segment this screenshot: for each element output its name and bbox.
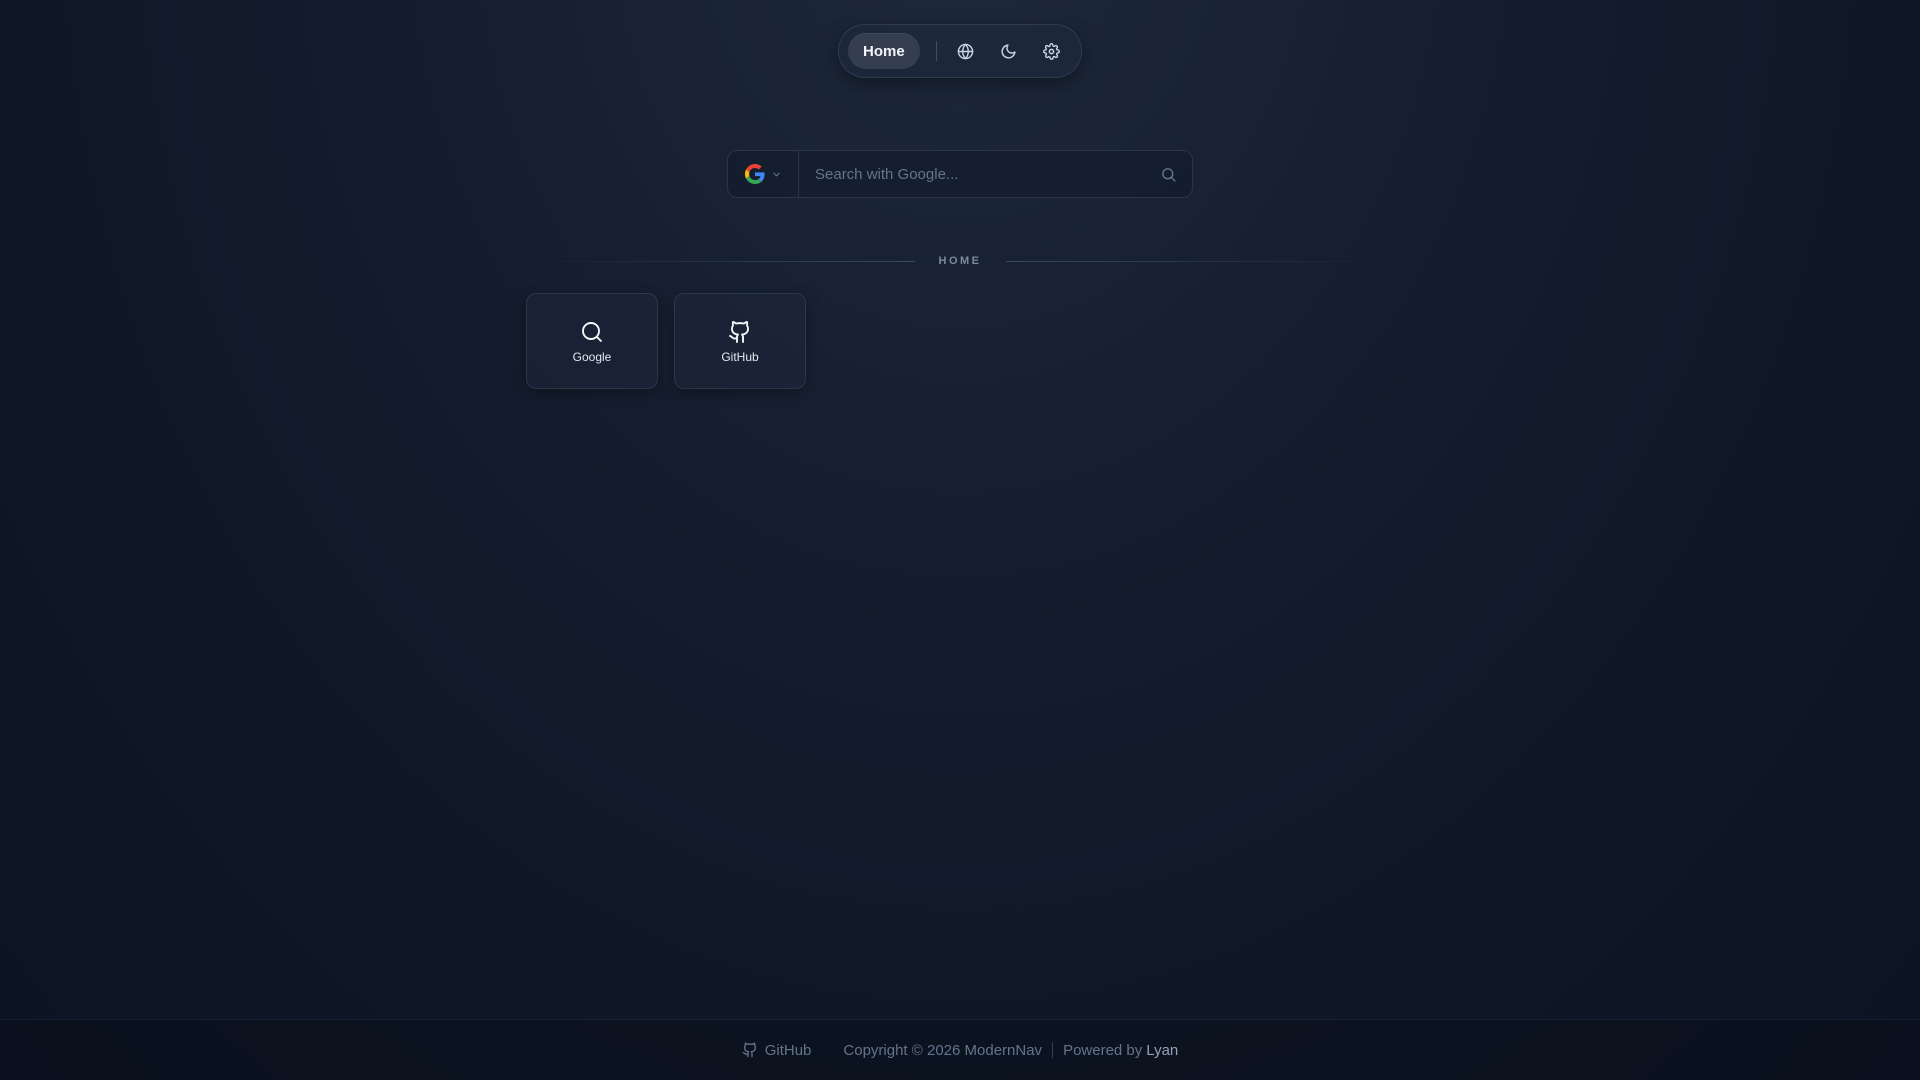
google-g-icon (744, 164, 765, 184)
card-github[interactable]: GitHub (674, 293, 806, 389)
footer-separator (1052, 1042, 1054, 1058)
search-icon (1161, 167, 1176, 182)
search-bar (727, 150, 1193, 198)
section-title: HOME (938, 255, 982, 267)
globe-icon[interactable] (951, 36, 981, 66)
link-cards: Google GitHub (526, 293, 806, 389)
section-header: HOME (526, 252, 1394, 270)
chevron-down-icon (772, 172, 780, 176)
footer-github-link[interactable]: GitHub (742, 1041, 812, 1059)
card-label: GitHub (721, 350, 759, 364)
search-input[interactable] (799, 151, 1144, 197)
section-divider-left (526, 260, 915, 262)
search-icon (582, 322, 602, 342)
github-icon (729, 321, 749, 343)
nav-divider (935, 41, 937, 61)
footer-author-link[interactable]: Lyan (1146, 1042, 1178, 1059)
footer: GitHub Copyright © 2026 ModernNav Powere… (0, 1019, 1920, 1080)
github-icon (742, 1042, 756, 1058)
top-nav: Home (838, 24, 1082, 78)
card-google[interactable]: Google (526, 293, 658, 389)
section-divider-right (1005, 260, 1394, 262)
footer-copyright: Copyright © 2026 ModernNav (843, 1041, 1043, 1059)
gear-icon[interactable] (1037, 36, 1067, 66)
footer-powered-by: Powered by (1063, 1041, 1143, 1059)
search-engine-select[interactable] (728, 151, 799, 197)
footer-github-label: GitHub (764, 1041, 812, 1059)
search-button[interactable] (1144, 151, 1192, 197)
moon-icon[interactable] (994, 36, 1024, 66)
nav-home-button[interactable]: Home (848, 33, 920, 69)
card-label: Google (572, 350, 612, 364)
